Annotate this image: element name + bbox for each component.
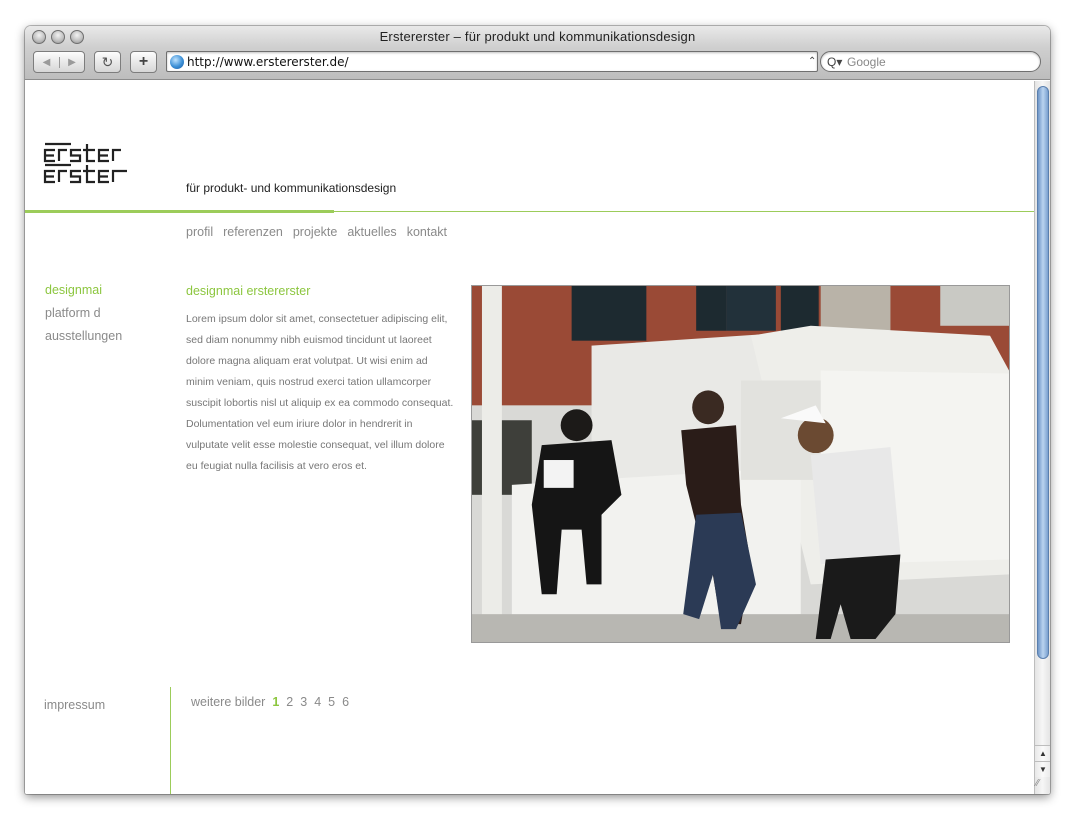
browser-titlebar: Erstererster – für produkt und kommunika…: [25, 26, 1050, 80]
image-page-5[interactable]: 5: [328, 695, 335, 709]
search-placeholder: Google: [847, 55, 886, 69]
nav-item-referenzen[interactable]: referenzen: [223, 225, 283, 239]
back-arrow-icon[interactable]: ◀: [34, 57, 59, 68]
more-images-label: weitere bilder: [191, 695, 266, 709]
vertical-scrollbar[interactable]: ▲ ▼: [1034, 81, 1050, 794]
image-page-4[interactable]: 4: [314, 695, 321, 709]
plus-icon: +: [138, 53, 149, 70]
nav-item-profil[interactable]: profil: [186, 225, 213, 239]
forward-arrow-icon[interactable]: ▶: [58, 56, 84, 68]
web-page: für produkt- und kommunikationsdesign pr…: [25, 81, 1034, 794]
image-page-1[interactable]: 1: [272, 695, 279, 709]
scroll-down-arrow-icon[interactable]: ▼: [1035, 761, 1050, 777]
project-photo: [471, 285, 1010, 643]
image-page-6[interactable]: 6: [342, 695, 349, 709]
back-forward-buttons: ◀ ▶: [33, 51, 85, 73]
image-page-2[interactable]: 2: [286, 695, 293, 709]
site-tagline: für produkt- und kommunikationsdesign: [186, 181, 397, 195]
subnav-item-platform-d[interactable]: platform d: [45, 306, 122, 329]
image-page-3[interactable]: 3: [300, 695, 307, 709]
resize-grip-icon[interactable]: ⁄⁄: [1036, 778, 1048, 790]
browser-window: Erstererster – für produkt und kommunika…: [25, 26, 1050, 794]
main-navigation: profil referenzen projekte aktuelles kon…: [186, 225, 447, 239]
scroll-up-arrow-icon[interactable]: ▲: [1035, 745, 1050, 761]
add-bookmark-button[interactable]: +: [130, 51, 157, 73]
article-body: Lorem ipsum dolor sit amet, consectetuer…: [186, 313, 454, 472]
footer-divider: [170, 687, 171, 794]
search-field[interactable]: Q▾ Google: [820, 51, 1041, 72]
nav-item-projekte[interactable]: projekte: [293, 225, 337, 239]
url-text[interactable]: http://www.erstererster.de/: [187, 55, 349, 69]
window-title: Erstererster – für produkt und kommunika…: [379, 29, 696, 44]
impressum-link[interactable]: impressum: [44, 698, 105, 712]
nav-item-kontakt[interactable]: kontakt: [407, 225, 447, 239]
url-menu-icon[interactable]: ⌃: [808, 56, 816, 67]
subnav-item-designmai[interactable]: designmai: [45, 283, 122, 306]
header-divider-accent: [25, 210, 334, 213]
scrollbar-thumb[interactable]: [1037, 86, 1049, 659]
nav-item-aktuelles[interactable]: aktuelles: [347, 225, 396, 239]
image-pagination: weitere bilder 1 2 3 4 5 6: [191, 695, 349, 709]
address-bar[interactable]: http://www.erstererster.de/: [166, 51, 818, 72]
reload-button[interactable]: ↻: [94, 51, 121, 73]
globe-icon: [170, 55, 184, 69]
reload-icon: ↻: [101, 53, 114, 70]
article-title: designmai erstererster: [186, 284, 311, 298]
sub-navigation: designmai platform d ausstellungen: [45, 283, 122, 352]
erstererster-logo[interactable]: [43, 136, 133, 192]
subnav-item-ausstellungen[interactable]: ausstellungen: [45, 329, 122, 352]
magnifier-icon[interactable]: Q▾: [827, 55, 842, 69]
